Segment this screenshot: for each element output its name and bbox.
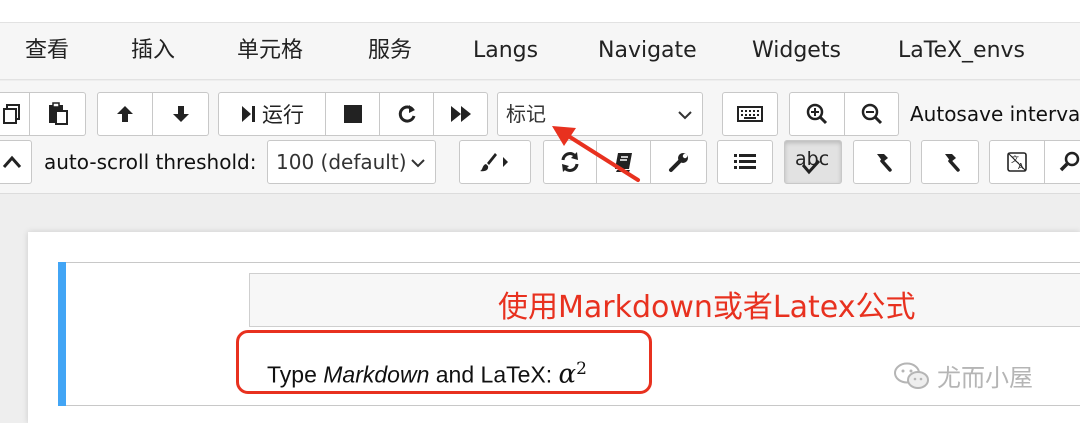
step-forward-icon [242,106,255,122]
cell-input-area[interactable]: 使用Markdown或者Latex公式 [249,273,1080,327]
zoom-out-button[interactable] [845,92,899,136]
list-icon [734,154,756,169]
toc-list-button[interactable] [717,140,773,184]
stop-icon [343,105,362,123]
watermark-text: 尤而小屋 [937,364,1033,392]
run-label: 运行 [262,103,304,127]
copy-cell-button[interactable] [0,92,30,136]
menu-view[interactable]: 查看 [25,23,69,79]
chevron-down-icon [678,111,692,120]
scroll-up-button[interactable] [0,140,32,184]
paint-format-button[interactable] [459,140,531,184]
chevron-up-icon [2,155,22,168]
top-strip [0,0,1080,22]
zoom-out-icon [861,103,882,125]
autoscroll-value: 100 (default) [276,150,407,174]
notebook-container: 使用Markdown或者Latex公式 Type Markdown and La… [28,232,1080,423]
run-button[interactable]: 运行 [218,92,326,136]
hammer-icon [945,154,960,172]
autoscroll-select[interactable]: 100 (default) [267,140,436,184]
menu-bar: 查看 插入 单元格 服务 Langs Navigate Widgets LaTe… [0,22,1080,80]
cell-selection-bar [58,262,66,406]
watermark: 尤而小屋 [893,358,1033,393]
menu-insert[interactable]: 插入 [131,23,175,79]
hammer-button-2[interactable] [921,140,979,184]
autosave-label: Autosave interva [910,102,1080,126]
hammer-icon [877,154,892,172]
interrupt-button[interactable] [326,92,380,136]
translate-button[interactable]: 文A [989,140,1045,184]
refresh-icon [398,105,415,123]
paste-icon [48,102,68,125]
spellcheck-button[interactable]: abc [784,140,842,184]
svg-text:A: A [1018,162,1024,171]
annotation-highlight-box [236,330,652,394]
wechat-icon [894,362,929,389]
zoom-in-icon [806,103,828,125]
zoom-in-button[interactable] [789,92,845,136]
settings-wrench-button[interactable] [651,140,707,184]
menu-latex-envs[interactable]: LaTeX_envs [898,23,1025,79]
menu-navigate[interactable]: Navigate [598,23,697,79]
annotation-arrow [552,126,640,182]
arrow-up-icon [117,106,133,122]
restart-button[interactable] [380,92,434,136]
menu-langs[interactable]: Langs [473,23,538,79]
menu-kernel[interactable]: 服务 [368,23,412,79]
command-palette-button[interactable] [722,92,778,136]
paste-cell-button[interactable] [30,92,86,136]
copy-icon [3,104,20,124]
autoscroll-label: auto-scroll threshold: [44,150,257,174]
chevron-down-icon [411,159,425,168]
search-icon [1059,151,1079,172]
move-down-button[interactable] [153,92,209,136]
hammer-button-1[interactable] [853,140,911,184]
menu-widgets[interactable]: Widgets [752,23,841,79]
translate-icon: 文A [1007,152,1027,172]
arrow-down-icon [172,106,189,122]
fast-forward-icon [450,106,471,122]
keyboard-icon [737,106,763,122]
paintbrush-icon [480,153,508,172]
move-up-button[interactable] [97,92,153,136]
annotation-text: 使用Markdown或者Latex公式 [498,290,916,325]
restart-run-all-button[interactable] [434,92,488,136]
spellcheck-icon: abc [791,147,835,177]
wrench-icon [668,153,688,172]
search-button[interactable] [1045,140,1080,184]
menu-cell[interactable]: 单元格 [237,23,303,79]
